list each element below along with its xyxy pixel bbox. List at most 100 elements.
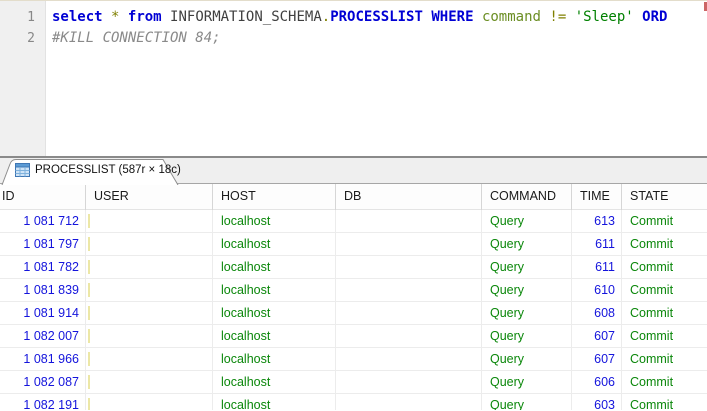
cell-state[interactable]: Commit (622, 394, 707, 410)
line-number: 2 (0, 28, 45, 49)
cell-host[interactable]: localhost (213, 279, 336, 301)
cell-host[interactable]: localhost (213, 233, 336, 255)
cell-command[interactable]: Query (482, 256, 572, 278)
cell-state[interactable]: Commit (622, 325, 707, 347)
cell-host[interactable]: localhost (213, 256, 336, 278)
cell-id[interactable]: 1 082 087 (0, 371, 86, 393)
cell-user[interactable] (86, 302, 213, 324)
cell-id[interactable]: 1 081 712 (0, 210, 86, 232)
cell-command[interactable]: Query (482, 233, 572, 255)
grid-body[interactable]: 1 081 712localhostQuery613Commit1 081 79… (0, 210, 707, 410)
code-line[interactable]: #KILL CONNECTION 84; (52, 28, 707, 49)
table-row[interactable]: 1 081 914 localhost Query608Commit (0, 302, 707, 325)
cell-state[interactable]: Commit (622, 256, 707, 278)
cell-user[interactable] (86, 394, 213, 410)
cell-db[interactable] (336, 279, 482, 301)
column-header-user[interactable]: USER (86, 184, 213, 210)
code-area[interactable]: select * from INFORMATION_SCHEMA.PROCESS… (46, 1, 707, 156)
cell-db[interactable] (336, 210, 482, 232)
cell-user[interactable] (86, 210, 213, 232)
cell-command[interactable]: Query (482, 348, 572, 370)
cell-command[interactable]: Query (482, 325, 572, 347)
column-header-state[interactable]: STATE (622, 184, 707, 210)
cell-time[interactable]: 608 (572, 302, 622, 324)
cell-time[interactable]: 611 (572, 256, 622, 278)
cell-host[interactable]: localhost (213, 302, 336, 324)
cell-state[interactable]: Commit (622, 371, 707, 393)
cell-user[interactable] (86, 233, 213, 255)
cell-host[interactable]: localhost (213, 394, 336, 410)
cell-time[interactable]: 603 (572, 394, 622, 410)
column-header-host[interactable]: HOST (213, 184, 336, 210)
cell-user[interactable] (86, 279, 213, 301)
cell-time[interactable]: 607 (572, 325, 622, 347)
cell-time[interactable]: 610 (572, 279, 622, 301)
cell-time[interactable]: 613 (572, 210, 622, 232)
cell-id[interactable]: 1 082 191 (0, 394, 86, 410)
cell-db[interactable] (336, 325, 482, 347)
sql-token (119, 9, 127, 25)
cell-time[interactable]: 607 (572, 348, 622, 370)
sql-editor[interactable]: 12 select * from INFORMATION_SCHEMA.PROC… (0, 1, 707, 156)
sql-token (634, 9, 642, 25)
table-grid-icon (15, 163, 30, 177)
cell-command[interactable]: Query (482, 210, 572, 232)
table-row[interactable]: 1 082 087 localhost Query606Commit (0, 371, 707, 394)
cell-id[interactable]: 1 081 966 (0, 348, 86, 370)
cell-user[interactable] (86, 256, 213, 278)
cell-state[interactable]: Commit (622, 302, 707, 324)
table-row[interactable]: 1 081 712 localhost Query613Commit (0, 210, 707, 233)
table-row[interactable]: 1 081 797 localhost Query611Commit (0, 233, 707, 256)
sql-token: command (482, 9, 541, 25)
cell-state[interactable]: Commit (622, 279, 707, 301)
cell-state[interactable]: Commit (622, 348, 707, 370)
cell-id[interactable]: 1 082 007 (0, 325, 86, 347)
cell-host[interactable]: localhost (213, 325, 336, 347)
results-grid: IDUSERHOSTDBCOMMANDTIMESTATE 1 081 712 lo… (0, 184, 707, 410)
cell-host[interactable]: localhost (213, 210, 336, 232)
cell-user[interactable] (86, 371, 213, 393)
cell-db[interactable] (336, 233, 482, 255)
sql-token: . (322, 9, 330, 25)
cell-state[interactable]: Commit (622, 233, 707, 255)
cell-db[interactable] (336, 348, 482, 370)
results-tab-bar: PROCESSLIST (587r × 18c) (0, 158, 707, 184)
code-line[interactable]: select * from INFORMATION_SCHEMA.PROCESS… (52, 7, 707, 28)
cell-command[interactable]: Query (482, 394, 572, 410)
cell-user[interactable] (86, 325, 213, 347)
cell-user[interactable] (86, 348, 213, 370)
sql-token (474, 9, 482, 25)
empty-value-marker (88, 283, 90, 297)
column-header-id[interactable]: ID (0, 184, 86, 210)
cell-db[interactable] (336, 256, 482, 278)
empty-value-marker (88, 352, 90, 366)
cell-db[interactable] (336, 371, 482, 393)
cell-time[interactable]: 606 (572, 371, 622, 393)
column-header-command[interactable]: COMMAND (482, 184, 572, 210)
empty-value-marker (88, 329, 90, 343)
cell-host[interactable]: localhost (213, 371, 336, 393)
empty-value-marker (88, 260, 90, 274)
column-header-time[interactable]: TIME (572, 184, 622, 210)
cell-command[interactable]: Query (482, 371, 572, 393)
cell-id[interactable]: 1 081 839 (0, 279, 86, 301)
cell-state[interactable]: Commit (622, 210, 707, 232)
sql-token: select (52, 9, 103, 25)
results-tab[interactable]: PROCESSLIST (587r × 18c) (1, 158, 183, 185)
table-row[interactable]: 1 081 782 localhost Query611Commit (0, 256, 707, 279)
table-row[interactable]: 1 082 191 localhost Query603Commit (0, 394, 707, 410)
column-header-db[interactable]: DB (336, 184, 482, 210)
cell-command[interactable]: Query (482, 279, 572, 301)
cell-id[interactable]: 1 081 782 (0, 256, 86, 278)
cell-host[interactable]: localhost (213, 348, 336, 370)
cell-id[interactable]: 1 081 914 (0, 302, 86, 324)
table-row[interactable]: 1 082 007 localhost Query607Commit (0, 325, 707, 348)
cell-db[interactable] (336, 394, 482, 410)
table-row[interactable]: 1 081 966 localhost Query607Commit (0, 348, 707, 371)
empty-value-marker (88, 375, 90, 389)
cell-db[interactable] (336, 302, 482, 324)
cell-command[interactable]: Query (482, 302, 572, 324)
cell-id[interactable]: 1 081 797 (0, 233, 86, 255)
cell-time[interactable]: 611 (572, 233, 622, 255)
table-row[interactable]: 1 081 839 localhost Query610Commit (0, 279, 707, 302)
